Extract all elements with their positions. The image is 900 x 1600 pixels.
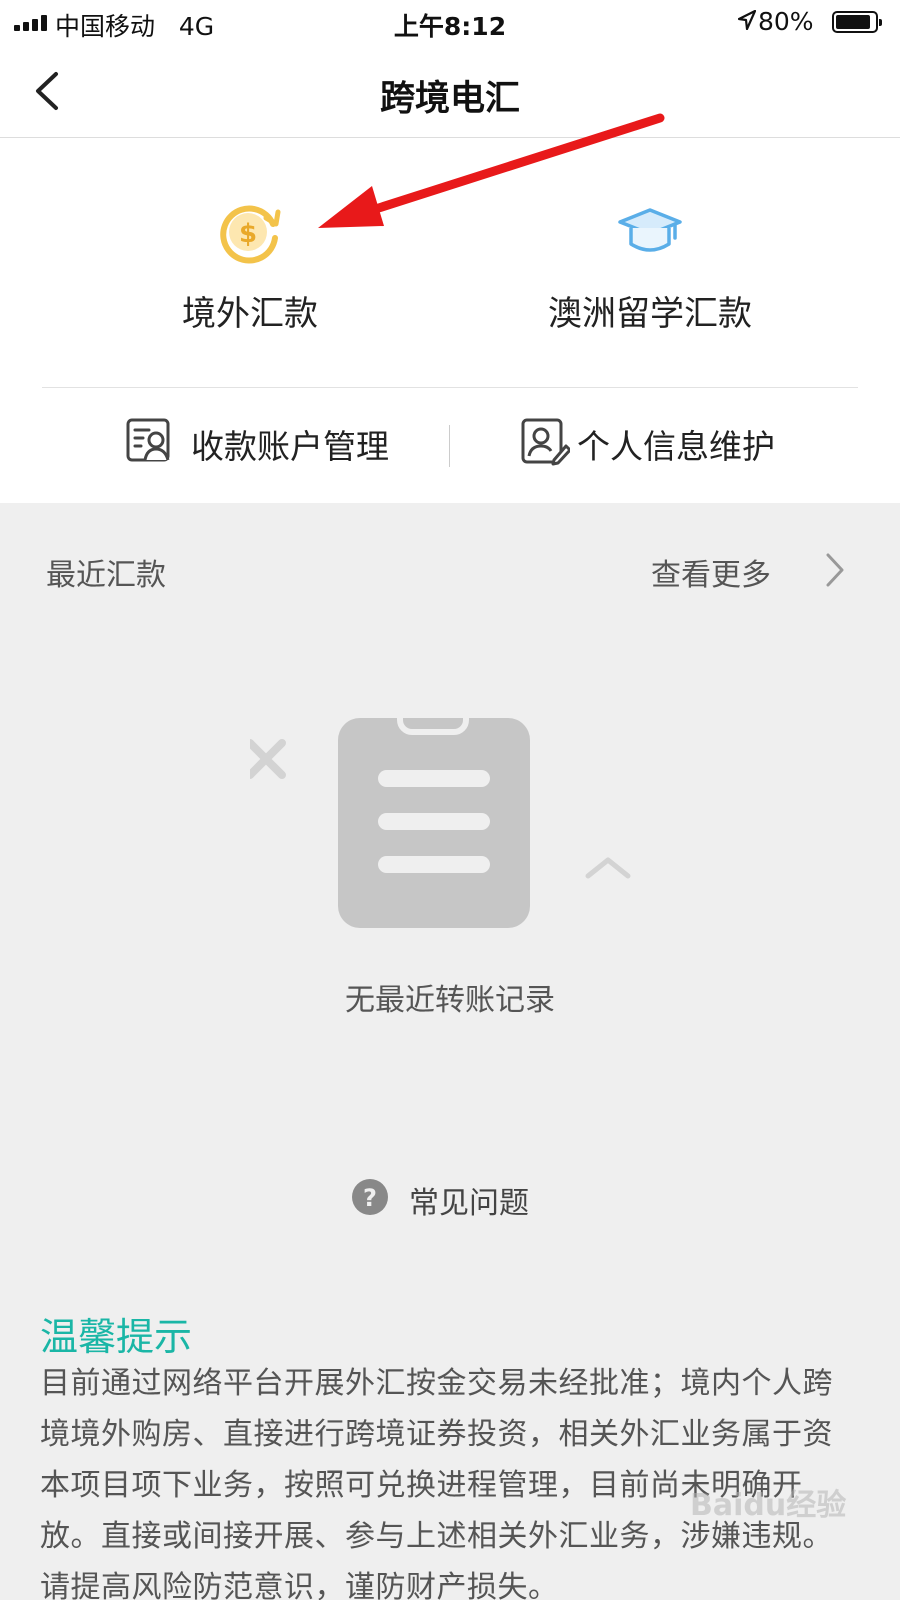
battery-icon xyxy=(832,11,882,33)
service-overseas-remittance[interactable]: $ 境外汇款 xyxy=(150,198,350,335)
link-label: 收款账户管理 xyxy=(191,427,389,466)
empty-state-text: 无最近转账记录 xyxy=(345,983,555,1018)
service-australia-study-remittance[interactable]: 澳洲留学汇款 xyxy=(520,198,780,335)
dollar-refresh-icon: $ xyxy=(215,198,285,268)
recent-remittance-title: 最近汇款 xyxy=(46,558,166,593)
graduation-cap-icon xyxy=(615,198,685,268)
tips-body: 目前通过网络平台开展外汇按金交易未经批准；境内个人跨境境外购房、直接进行跨境证券… xyxy=(40,1366,833,1600)
divider xyxy=(42,387,858,388)
personal-info-link[interactable]: 个人信息维护 xyxy=(520,416,775,470)
account-card-icon xyxy=(126,418,170,462)
question-circle-icon: ? xyxy=(352,1179,388,1215)
user-edit-icon xyxy=(521,418,572,466)
link-label: 个人信息维护 xyxy=(577,427,775,466)
svg-text:?: ? xyxy=(363,1184,377,1212)
account-management-link[interactable]: 收款账户管理 xyxy=(125,416,389,470)
view-more-link[interactable]: 查看更多 xyxy=(651,550,771,594)
location-arrow-icon xyxy=(738,10,756,30)
page-title: 跨境电汇 xyxy=(379,79,520,119)
faq-link[interactable]: ? 常见问题 xyxy=(351,1178,529,1221)
service-label: 澳洲留学汇款 xyxy=(548,294,752,334)
service-label: 境外汇款 xyxy=(182,294,318,334)
svg-text:$: $ xyxy=(239,219,257,249)
divider xyxy=(449,425,450,467)
tips-title: 温馨提示 xyxy=(40,1315,193,1359)
empty-clipboard-illustration xyxy=(250,718,631,928)
status-bar: 中国移动 4G 上午8:12 80% xyxy=(0,0,900,46)
nav-bar: 跨境电汇 xyxy=(0,46,900,138)
baidu-watermark: Baidu经验 xyxy=(690,1488,847,1523)
battery-percent: 80% xyxy=(758,7,814,36)
service-panel: $ 境外汇款 澳洲留学汇款 收款账户管理 个人信息维护 xyxy=(0,138,900,503)
chevron-right-icon[interactable] xyxy=(824,552,848,588)
faq-label: 常见问题 xyxy=(409,1186,529,1221)
